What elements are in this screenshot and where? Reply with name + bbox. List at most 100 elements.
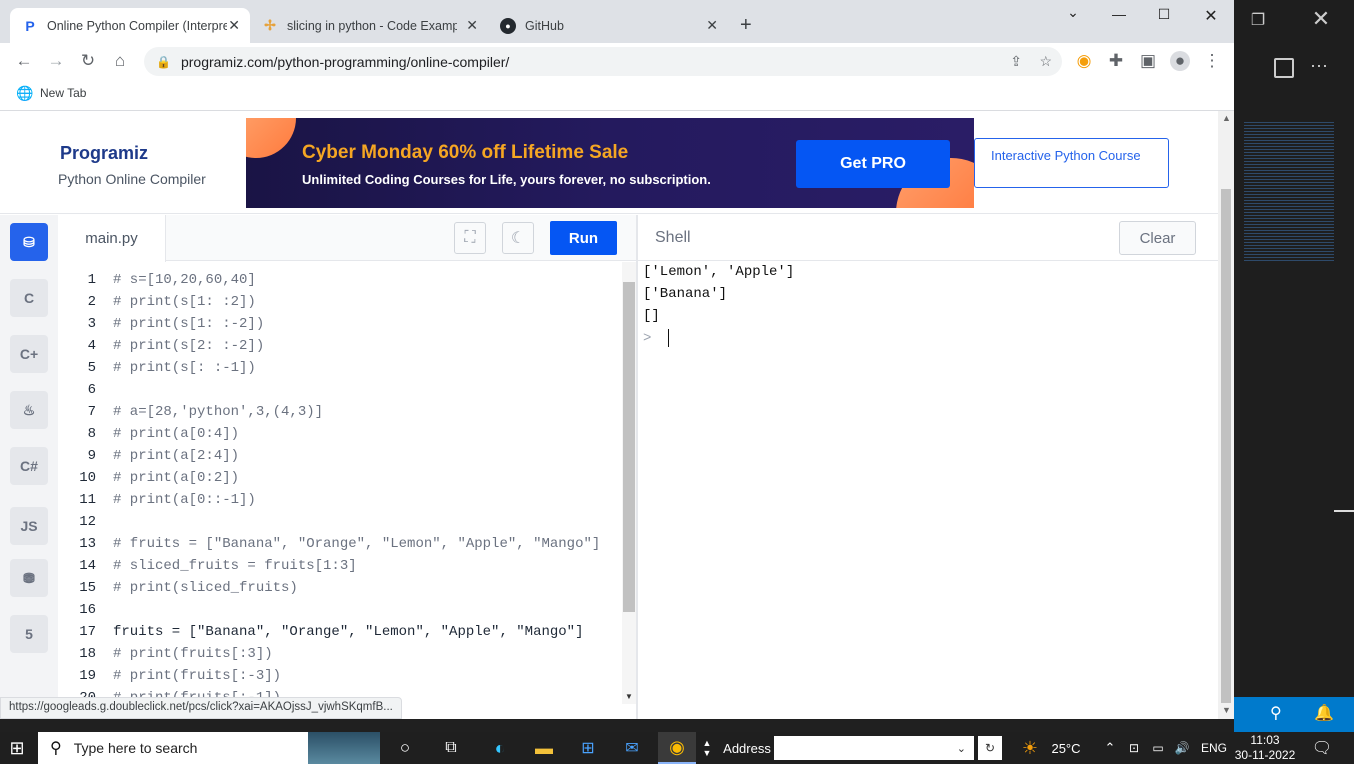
notifications-icon[interactable]: 🗨 (1306, 732, 1338, 764)
edge-icon[interactable]: ◐ (484, 732, 516, 764)
network-icon[interactable]: ▭ (1148, 732, 1168, 764)
csharp-icon[interactable]: C# (10, 447, 48, 485)
close-tab-icon[interactable]: ✕ (706, 17, 718, 34)
reload-icon[interactable]: ↻ (78, 51, 98, 71)
close-tab-icon[interactable]: ✕ (466, 17, 478, 34)
volume-icon[interactable]: 🔊 (1172, 732, 1192, 764)
code-line[interactable]: # print(s[2: :-2]) (113, 338, 264, 354)
get-pro-button[interactable]: Get PRO (796, 140, 950, 188)
file-tab-main[interactable]: main.py (58, 215, 166, 262)
clear-button[interactable]: Clear (1119, 221, 1196, 255)
scroll-thumb[interactable] (1221, 189, 1231, 703)
cplusplus-icon[interactable]: C+ (10, 335, 48, 373)
weather-icon[interactable]: ☀ (1016, 732, 1044, 764)
fullscreen-icon[interactable]: ⛶ (454, 222, 486, 254)
page-scrollbar[interactable]: ▲ ▼ (1218, 111, 1234, 719)
back-icon[interactable]: ← (14, 51, 34, 71)
home-icon[interactable]: ⌂ (110, 51, 130, 71)
split-editor-icon[interactable] (1274, 58, 1294, 78)
bookmark-new-tab[interactable]: New Tab (40, 86, 86, 100)
profile-icon[interactable]: ● (1170, 51, 1190, 71)
file-explorer-icon[interactable]: ▬ (528, 732, 560, 764)
code-line[interactable]: # print(fruits[:3]) (113, 646, 273, 662)
editor-scroll-thumb[interactable] (623, 282, 635, 612)
meet-now-icon[interactable]: ⊡ (1124, 732, 1144, 764)
address-bar[interactable]: 🔒 programiz.com/python-programming/onlin… (144, 47, 1062, 76)
tab-github[interactable]: ● GitHub ✕ (488, 8, 728, 43)
menu-icon[interactable]: ⋮ (1202, 51, 1222, 71)
shell-line: ['Lemon', 'Apple'] (643, 264, 795, 280)
html5-icon[interactable]: 5 (10, 615, 48, 653)
shell-prompt[interactable]: > (643, 329, 794, 351)
code-line[interactable]: # print(sliced_fruits) (113, 580, 298, 596)
shell-output[interactable]: ['Lemon', 'Apple'] ['Banana'] [] > (643, 263, 794, 351)
js-icon[interactable]: JS (10, 507, 48, 545)
share-icon[interactable]: ⇪ (1010, 53, 1022, 70)
side-panel-icon[interactable]: ▣ (1138, 51, 1158, 71)
new-tab-button[interactable]: + (740, 14, 752, 37)
dark-mode-icon[interactable]: ☾ (502, 222, 534, 254)
store-icon[interactable]: ⊞ (572, 732, 604, 764)
puzzle-icon[interactable]: ✚ (1106, 51, 1126, 71)
code-line[interactable]: # print(s[: :-1]) (113, 360, 256, 376)
shell-line: [] (643, 308, 660, 324)
language-indicator[interactable]: ENG (1196, 732, 1232, 764)
close-window-icon[interactable]: ✕ (1188, 6, 1234, 26)
address-toolbar-input[interactable]: ⌄ (774, 736, 974, 760)
code-line[interactable]: # print(a[0::-1]) (113, 492, 256, 508)
cortana-icon[interactable]: ○ (390, 732, 420, 764)
code-editor[interactable]: 1 # s=[10,20,60,40] 2 # print(s[1: :2]) 3 # p… (58, 262, 622, 706)
tray-chevron-icon[interactable]: ⌃ (1100, 732, 1120, 764)
star-icon[interactable]: ☆ (1039, 53, 1052, 70)
scroll-up-icon[interactable]: ▲ (1222, 113, 1231, 123)
code-line[interactable]: # print(a[0:2]) (113, 470, 239, 486)
more-icon[interactable]: ⋯ (1310, 56, 1328, 77)
code-line[interactable]: fruits = ["Banana", "Orange", "Lemon", "… (113, 624, 583, 640)
editor-scrollbar[interactable]: ▼ (622, 262, 636, 704)
code-line[interactable]: # a=[28,'python',3,(4,3)] (113, 404, 323, 420)
temperature[interactable]: 25°C (1046, 732, 1086, 764)
minimize-icon[interactable]: — (1096, 6, 1142, 22)
task-view-icon[interactable]: ⧉ (436, 732, 466, 764)
mail-icon[interactable]: ✉ (616, 732, 648, 764)
java-icon[interactable]: ♨ (10, 391, 48, 429)
code-line[interactable]: # fruits = ["Banana", "Orange", "Lemon",… (113, 536, 600, 552)
toolbar-arrows-icon[interactable]: ▲ ▼ (700, 732, 714, 764)
code-line[interactable]: # print(a[0:4]) (113, 426, 239, 442)
chrome-taskbar-icon[interactable]: ◉ (658, 732, 696, 764)
windows-start-icon[interactable]: ⊞ (0, 732, 34, 764)
code-line[interactable]: # print(s[1: :-2]) (113, 316, 264, 332)
restore-icon[interactable]: ❐ (1248, 10, 1268, 30)
python-icon[interactable]: ⛁ (10, 223, 48, 261)
close-icon[interactable]: ✕ (1308, 6, 1334, 32)
bell-icon[interactable]: 🔔 (1314, 703, 1334, 723)
scroll-down-icon[interactable]: ▼ (625, 692, 633, 701)
line-number: 11 (79, 492, 96, 508)
maximize-icon[interactable]: ☐ (1141, 6, 1187, 23)
code-line[interactable]: # print(a[2:4]) (113, 448, 239, 464)
tab-programiz[interactable]: P Online Python Compiler (Interpre ✕ (10, 8, 250, 43)
pane-divider[interactable] (636, 215, 638, 719)
c-icon[interactable]: C (10, 279, 48, 317)
course-link-button[interactable]: Interactive Python Course (974, 138, 1169, 188)
banner-title: Cyber Monday 60% off Lifetime Sale (302, 142, 629, 163)
close-tab-icon[interactable]: ✕ (228, 17, 240, 34)
extension-icon[interactable]: ◉ (1074, 51, 1094, 71)
tab-grepper[interactable]: ✢ slicing in python - Code Example ✕ (250, 8, 488, 43)
tab-search-icon[interactable]: ⌄ (1050, 4, 1096, 21)
code-line[interactable]: # s=[10,20,60,40] (113, 272, 256, 288)
sql-icon[interactable]: ⛃ (10, 559, 48, 597)
refresh-icon[interactable]: ↻ (978, 736, 1002, 760)
code-line[interactable]: # print(s[1: :2]) (113, 294, 256, 310)
logo[interactable]: Programiz (60, 143, 148, 164)
line-number: 12 (79, 514, 96, 530)
ad-banner[interactable]: Cyber Monday 60% off Lifetime Sale Unlim… (246, 118, 974, 208)
forward-icon[interactable]: → (46, 51, 66, 71)
clock[interactable]: 11:03 30-11-2022 (1232, 732, 1298, 764)
search-box[interactable]: ⚲ Type here to search (38, 732, 308, 764)
accounts-icon[interactable]: ⚲ (1270, 703, 1282, 723)
code-line[interactable]: # print(fruits[:-3]) (113, 668, 281, 684)
scroll-down-icon[interactable]: ▼ (1222, 705, 1231, 715)
code-line[interactable]: # sliced_fruits = fruits[1:3] (113, 558, 357, 574)
run-button[interactable]: Run (550, 221, 617, 255)
